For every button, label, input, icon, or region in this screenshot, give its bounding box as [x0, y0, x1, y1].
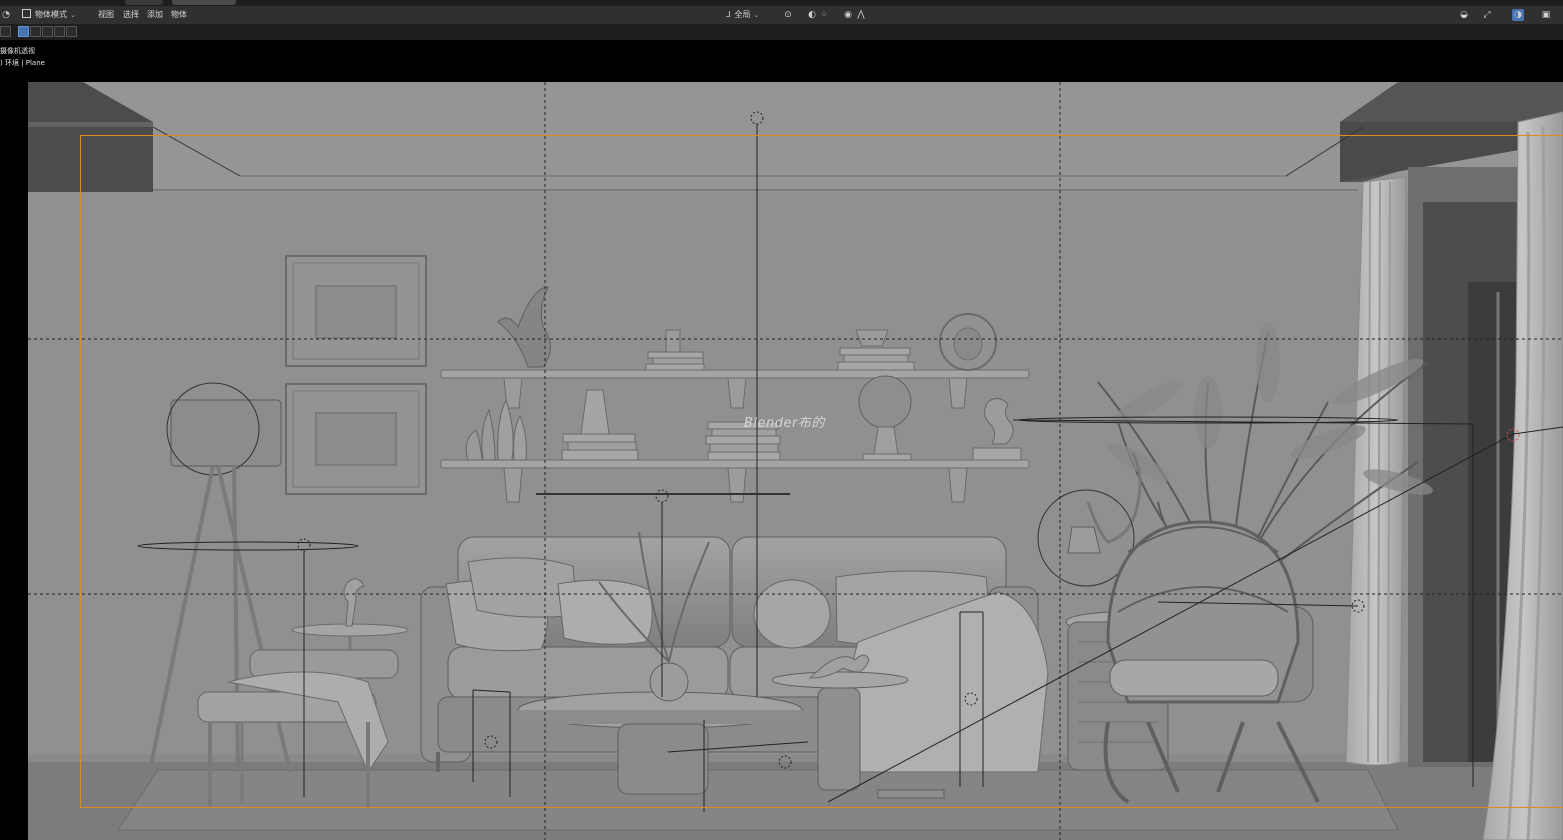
abstract-sculpture [972, 398, 1022, 461]
chair-cushion [1109, 659, 1279, 697]
watermark: Blender布的 [744, 416, 825, 431]
menu-select[interactable]: 选择 [123, 9, 139, 21]
select-intersect-icon[interactable] [66, 26, 77, 37]
object-mode-dropdown[interactable]: 物体模式 ⌄ [22, 9, 76, 21]
xray-icon[interactable]: ▣ [1540, 9, 1552, 21]
viewport-header: ◔ 物体模式 ⌄ 视图 选择 添加 物体 ⅃ 全局 ⌄ ⊙ ◐ ⁘ ◉ ⋀ ◒ ⤢ ◑… [0, 6, 1563, 24]
chevron-down-icon: ⌄ [70, 11, 76, 19]
chevron-down-icon: ⌄ [753, 11, 760, 19]
orientation-icon: ⅃ [726, 10, 731, 19]
workspace-tab-active[interactable] [172, 0, 236, 5]
select-subtract-icon[interactable] [42, 26, 53, 37]
shelf-upper [440, 369, 1030, 409]
sculpture [497, 286, 551, 368]
books-lower-1 [561, 389, 639, 461]
select-extend-icon[interactable] [30, 26, 41, 37]
object-mode-label: 物体模式 [35, 10, 67, 19]
object-mode-icon [22, 9, 31, 18]
orientation-label: 全局 [734, 10, 751, 19]
menu-add[interactable]: 添加 [147, 9, 163, 21]
vases [465, 398, 527, 461]
pivot-point-icon[interactable]: ⊙ [782, 9, 794, 21]
books-upper-1 [645, 329, 705, 371]
view-name-label: 摄像机透视 [0, 47, 35, 55]
select-new-icon[interactable] [18, 26, 29, 37]
menu-view[interactable]: 视图 [98, 9, 114, 21]
picture-frame-bottom [285, 383, 427, 495]
gizmo-icon[interactable]: ⤢ [1481, 9, 1493, 21]
rug [117, 769, 1399, 831]
scene-render [28, 82, 1563, 840]
magnet-icon[interactable]: ◐ [806, 9, 818, 21]
floor-books [877, 789, 945, 799]
proportional-edit-icon[interactable]: ◉ [842, 9, 854, 21]
select-invert-icon[interactable] [54, 26, 65, 37]
workspace-tab[interactable] [125, 0, 163, 5]
snap-target-icon[interactable]: ⁘ [818, 9, 830, 21]
tool-options-row [0, 24, 1563, 40]
shelf-lower [440, 459, 1030, 503]
menu-object[interactable]: 物体 [171, 9, 187, 21]
picture-frame-top [285, 255, 427, 367]
select-tool-icon[interactable] [0, 26, 11, 37]
overlay-icon[interactable]: ◑ [1512, 9, 1524, 21]
transform-orientation-dropdown[interactable]: ⅃ 全局 ⌄ [726, 9, 759, 21]
view3d-icon[interactable]: ◔ [0, 9, 12, 21]
eye-icon[interactable]: ◒ [1458, 9, 1470, 21]
flower-vase [858, 375, 912, 461]
falloff-icon[interactable]: ⋀ [855, 9, 867, 21]
3d-viewport[interactable]: Blender布的 [28, 82, 1563, 840]
collection-object-label: ) 环境 | Plane [0, 59, 45, 67]
books-upper-2 [837, 329, 915, 371]
